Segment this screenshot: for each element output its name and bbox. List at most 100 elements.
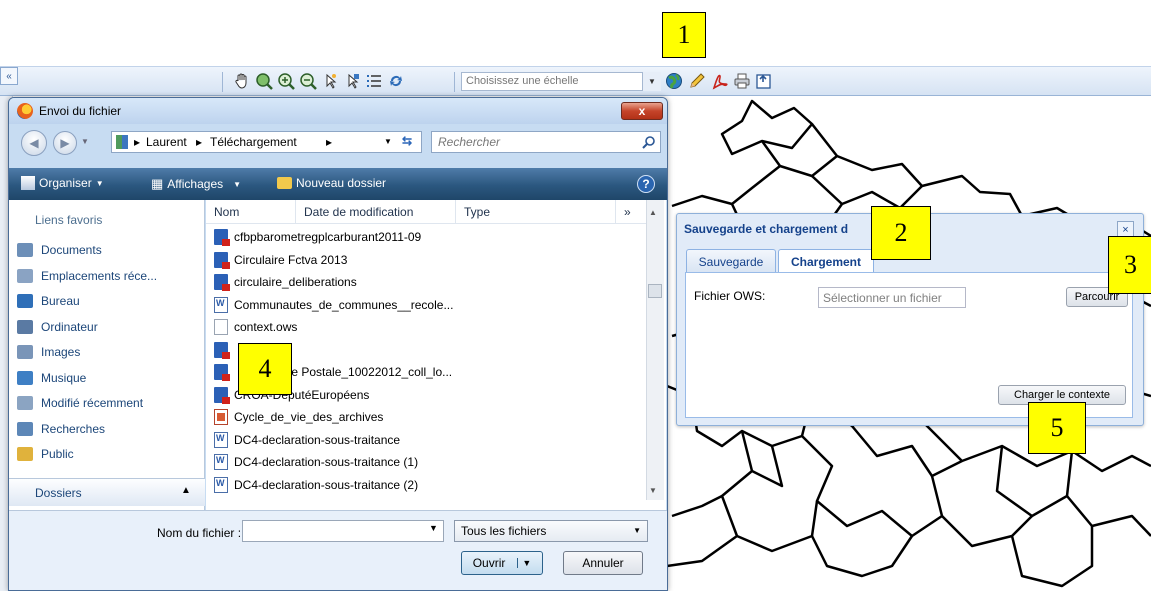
printer-icon[interactable] xyxy=(732,71,752,91)
back-arrow-icon[interactable]: ◀ xyxy=(21,130,47,156)
address-row: ◀ ▶ ▼ ▸ Laurent ▸ Téléchargement ▸ ▼ ⇆ R… xyxy=(9,126,667,160)
computer-icon xyxy=(17,319,33,334)
zoom-in-icon[interactable] xyxy=(276,71,296,91)
history-dropdown-icon[interactable]: ▼ xyxy=(81,137,89,146)
zoom-extent-icon[interactable] xyxy=(254,71,274,91)
zoom-out-icon[interactable] xyxy=(298,71,318,91)
views-button[interactable]: ▦ Affichages ▼ xyxy=(151,176,241,192)
forward-arrow-icon[interactable]: ▶ xyxy=(53,131,77,155)
chevron-down-icon[interactable]: ▼ xyxy=(642,72,661,91)
file-row[interactable]: context.ows xyxy=(214,316,297,338)
file-name: DC4-declaration-sous-traitance (2) xyxy=(234,477,419,492)
sidebar-item-label: Musique xyxy=(41,370,87,385)
file-name: Circulaire Fctva 2013 xyxy=(234,252,348,267)
collapse-panel-button[interactable]: « xyxy=(0,67,18,85)
sidebar-item-1[interactable]: Documents xyxy=(17,240,102,260)
filename-input[interactable] xyxy=(242,520,444,542)
sidebar-item-4[interactable]: Ordinateur xyxy=(17,317,98,337)
file-name: Cycle_de_vie_des_archives xyxy=(234,410,384,424)
sidebar-item-2[interactable]: Emplacements réce... xyxy=(17,266,157,286)
refresh-icon[interactable] xyxy=(386,71,406,91)
organize-label: Organiser xyxy=(39,176,92,190)
sidebar-item-7[interactable]: Modifié récemment xyxy=(17,393,143,413)
ows-file-input[interactable]: Sélectionner un fichier xyxy=(818,287,966,308)
new-folder-button[interactable]: Nouveau dossier xyxy=(277,176,386,190)
column-name-header[interactable]: Nom xyxy=(206,200,296,224)
doc-file-icon xyxy=(214,431,228,448)
file-row[interactable]: DC4-declaration-sous-traitance xyxy=(214,429,400,451)
sidebar-item-label: Images xyxy=(41,345,81,359)
scroll-thumb[interactable] xyxy=(648,284,662,298)
sidebar-item-9[interactable]: Public xyxy=(17,444,74,464)
file-list-scrollbar[interactable]: ▲ ▼ xyxy=(646,200,664,500)
scale-select[interactable]: Choisissez une échelle xyxy=(461,72,661,91)
identify-pointer-icon[interactable] xyxy=(320,71,340,91)
pdf-export-icon[interactable] xyxy=(710,71,730,91)
help-icon[interactable]: ? xyxy=(637,175,655,193)
file-row[interactable]: cfbpbarometregplcarburant2011-09 xyxy=(214,226,421,248)
doc-file-icon xyxy=(214,476,228,493)
ows-file-label: Fichier OWS: xyxy=(694,289,766,303)
file-row[interactable] xyxy=(214,339,234,361)
column-type-header[interactable]: Type xyxy=(456,200,616,224)
pan-hand-icon[interactable] xyxy=(232,71,252,91)
open-button[interactable]: Ouvrir ▼ xyxy=(461,551,543,575)
more-columns-label: » xyxy=(624,204,631,219)
folders-bar[interactable]: Dossiers ▲ xyxy=(9,478,205,506)
chevron-down-icon: ▼ xyxy=(95,178,104,188)
column-name-label: Nom xyxy=(214,204,240,219)
globe-context-icon[interactable] xyxy=(664,71,684,91)
sidebar-item-3[interactable]: Bureau xyxy=(17,291,80,311)
organize-icon xyxy=(21,176,35,190)
search-input[interactable]: Rechercher xyxy=(431,131,661,153)
cancel-button[interactable]: Annuler xyxy=(563,551,643,575)
file-name: que Postale_10022012_coll_lo... xyxy=(278,365,453,379)
search-icon[interactable] xyxy=(642,135,656,149)
pdf-file-icon xyxy=(214,364,230,381)
tab-chargement[interactable]: Chargement xyxy=(778,249,874,274)
organize-button[interactable]: Organiser ▼ xyxy=(21,176,104,190)
export-image-icon[interactable] xyxy=(754,71,774,91)
file-row[interactable]: Communautes_de_communes__recole... xyxy=(214,294,453,316)
toolbar-separator xyxy=(454,72,455,92)
breadcrumb-item-laurent[interactable]: Laurent xyxy=(146,135,187,149)
file-row[interactable]: Cycle_de_vie_des_archives xyxy=(214,406,383,428)
new-folder-icon xyxy=(277,177,292,189)
file-row[interactable]: circulaire_deliberations xyxy=(214,271,357,293)
filetype-select[interactable]: Tous les fichiers ▼ xyxy=(454,520,648,542)
tab-sauvegarde[interactable]: Sauvegarde xyxy=(686,249,776,273)
file-name: context.ows xyxy=(234,320,298,334)
scroll-up-icon[interactable]: ▲ xyxy=(649,208,657,217)
chevron-up-icon[interactable]: ▲ xyxy=(181,485,191,496)
chevron-down-icon[interactable]: ▼ xyxy=(384,137,392,146)
address-bar[interactable]: ▸ Laurent ▸ Téléchargement ▸ ▼ ⇆ xyxy=(111,131,422,153)
chargement-tab-body: Fichier OWS: Sélectionner un fichier Par… xyxy=(685,272,1133,418)
column-modified-header[interactable]: Date de modification xyxy=(296,200,456,224)
refresh-icon[interactable]: ⇆ xyxy=(402,134,412,148)
file-row[interactable]: DC4-declaration-sous-traitance (2) xyxy=(214,474,418,496)
toolbar-separator xyxy=(222,72,223,92)
open-dropdown-icon[interactable]: ▼ xyxy=(517,558,531,568)
map-toolbar: « Choisissez une échelle ▼ xyxy=(0,66,1151,96)
legend-list-icon[interactable] xyxy=(364,71,384,91)
pencil-edit-icon[interactable] xyxy=(687,71,707,91)
file-name: cfbpbarometregplcarburant2011-09 xyxy=(234,230,422,244)
file-row[interactable]: DC4-declaration-sous-traitance (1) xyxy=(214,451,418,473)
music-icon xyxy=(17,370,33,385)
dialog-bottom-area: Nom du fichier : ▼ Tous les fichiers ▼ O… xyxy=(9,510,667,590)
filetype-selected: Tous les fichiers xyxy=(461,524,547,538)
sidebar-item-8[interactable]: Recherches xyxy=(17,419,105,439)
sidebar-item-6[interactable]: Musique xyxy=(17,368,86,388)
breadcrumb-item-telechargement[interactable]: Téléchargement xyxy=(210,135,297,149)
dialog-close-button[interactable]: x xyxy=(621,102,663,120)
scroll-down-icon[interactable]: ▼ xyxy=(649,486,657,495)
chevron-down-icon[interactable]: ▼ xyxy=(429,523,438,533)
query-pointer-icon[interactable] xyxy=(342,71,362,91)
chevron-down-icon: ▼ xyxy=(233,179,242,189)
file-name: DC4-declaration-sous-traitance xyxy=(234,432,401,447)
more-columns-button[interactable]: » xyxy=(616,200,646,224)
breadcrumb-sep-icon: ▸ xyxy=(134,135,141,149)
file-row[interactable]: Circulaire Fctva 2013 xyxy=(214,249,347,271)
dialog-title: Envoi du fichier xyxy=(39,104,122,118)
sidebar-item-5[interactable]: Images xyxy=(17,342,80,362)
